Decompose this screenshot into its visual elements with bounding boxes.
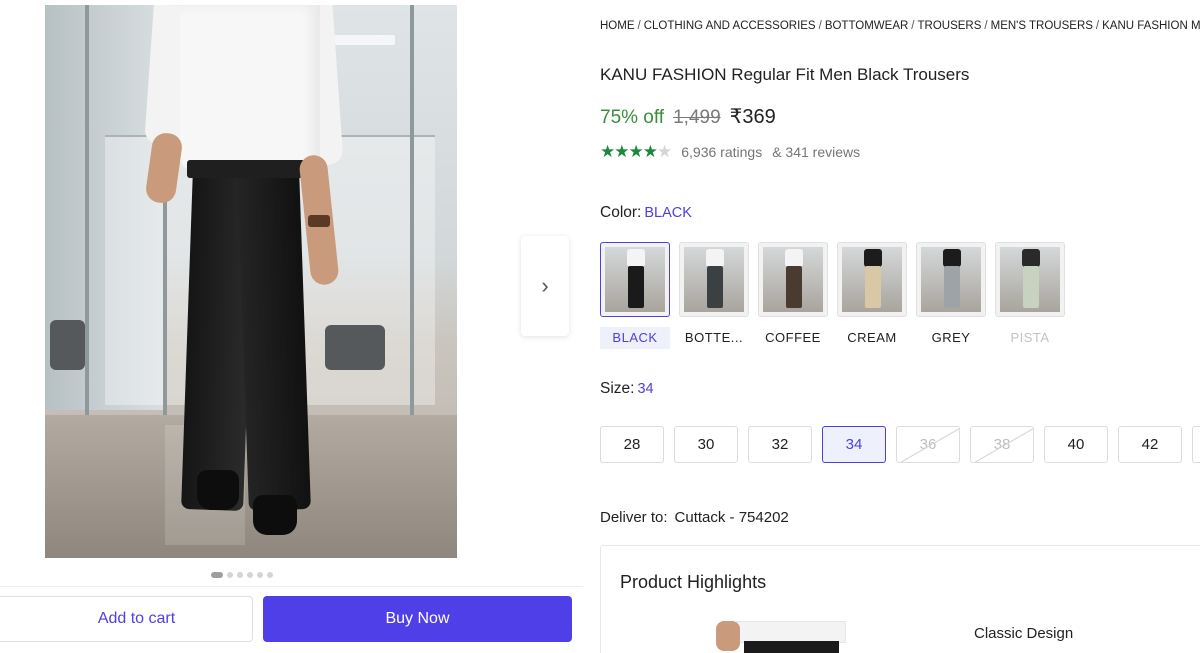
size-option[interactable]: 28 [600, 426, 664, 463]
color-swatch-label: CREAM [847, 330, 897, 345]
star-icon: ★ [600, 142, 615, 161]
highlight-image [716, 621, 869, 653]
size-options: 28 30 32 34 36 38 40 42 [600, 426, 1200, 463]
color-heading: Color: BLACK [600, 204, 692, 222]
color-swatch-image [916, 242, 986, 317]
color-swatch-label: COFFEE [765, 330, 821, 345]
color-options: BLACK BOTTE... COFFEE CREAM GREY PISTA [600, 242, 1065, 349]
color-swatch-image [995, 242, 1065, 317]
gallery-dot[interactable] [227, 572, 233, 578]
star-icon: ★ [657, 142, 672, 161]
gallery-dot[interactable] [247, 572, 253, 578]
breadcrumb-link[interactable]: TROUSERS [918, 20, 982, 32]
color-swatch[interactable]: BOTTE... [679, 242, 749, 349]
color-swatch[interactable]: BLACK [600, 242, 670, 349]
breadcrumb-link[interactable]: KANU FASHION ME [1102, 20, 1200, 32]
color-swatch-image [837, 242, 907, 317]
size-heading: Size: 34 [600, 380, 654, 398]
reviews-count: & 341 reviews [772, 144, 861, 160]
color-swatch[interactable]: PISTA [995, 242, 1065, 349]
gallery-pagination-dots[interactable] [211, 571, 273, 579]
breadcrumb: HOME / CLOTHING AND ACCESSORIES / BOTTOMWEAR… [600, 20, 1200, 32]
gallery-dot[interactable] [257, 572, 263, 578]
breadcrumb-separator: / [984, 20, 988, 32]
breadcrumb-link[interactable]: BOTTOMWEAR [825, 20, 908, 32]
star-icon: ★ [614, 142, 629, 161]
star-icon: ★ [628, 142, 644, 161]
color-swatch[interactable]: COFFEE [758, 242, 828, 349]
color-swatch-image [600, 242, 670, 317]
deliver-label: Deliver to: [600, 509, 668, 526]
color-swatch-image [679, 242, 749, 317]
color-swatch-label: BLACK [600, 327, 670, 349]
color-swatch[interactable]: GREY [916, 242, 986, 349]
star-rating: ★ ★ ★ ★ ★ [600, 142, 672, 162]
color-swatch-label: PISTA [1010, 330, 1050, 345]
rating-summary[interactable]: ★ ★ ★ ★ ★ 6,936 ratings & 341 reviews [600, 142, 860, 162]
star-icon: ★ [642, 142, 658, 161]
discount-percent: 75% off [600, 107, 665, 128]
gallery-dot[interactable] [267, 572, 273, 578]
color-swatch-label: BOTTE... [684, 330, 744, 345]
gallery-dot[interactable] [211, 572, 223, 578]
size-option[interactable]: 42 [1118, 426, 1182, 463]
size-option-overflow[interactable] [1192, 426, 1200, 463]
size-option: 36 [896, 426, 960, 463]
breadcrumb-separator: / [818, 20, 822, 32]
size-label: Size: [600, 380, 635, 397]
selling-price: ₹369 [729, 106, 776, 128]
product-highlights-card: Product Highlights Classic Design [600, 545, 1200, 653]
buy-now-button[interactable]: Buy Now [263, 596, 572, 642]
add-to-cart-button[interactable]: Add to cart [0, 596, 253, 642]
size-option: 38 [970, 426, 1034, 463]
ratings-count: 6,936 ratings [681, 144, 763, 160]
color-swatch-label: GREY [931, 330, 971, 345]
breadcrumb-separator: / [911, 20, 915, 32]
size-option[interactable]: 40 [1044, 426, 1108, 463]
color-label: Color: [600, 204, 642, 221]
gallery-dot[interactable] [237, 572, 243, 578]
size-option[interactable]: 30 [674, 426, 738, 463]
breadcrumb-separator: / [1095, 20, 1100, 32]
highlight-feature: Classic Design [974, 625, 1074, 642]
price-row: 75% off 1,499 ₹369 [600, 104, 776, 129]
delivery-pincode[interactable]: Cuttack - 754202 [675, 509, 789, 526]
size-option[interactable]: 32 [748, 426, 812, 463]
original-price: 1,499 [673, 107, 721, 128]
selected-size: 34 [637, 381, 654, 397]
breadcrumb-separator: / [637, 20, 641, 32]
breadcrumb-link[interactable]: CLOTHING AND ACCESSORIES [644, 20, 816, 32]
color-swatch[interactable]: CREAM [837, 242, 907, 349]
chevron-right-icon: › [541, 273, 549, 298]
gallery-next-button[interactable]: › [521, 236, 569, 336]
size-option[interactable]: 34 [822, 426, 886, 463]
product-title: KANU FASHION Regular Fit Men Black Trous… [600, 65, 970, 84]
selected-color: BLACK [644, 205, 692, 221]
color-swatch-image [758, 242, 828, 317]
breadcrumb-link[interactable]: HOME [600, 20, 635, 32]
delivery-location[interactable]: Deliver to: Cuttack - 754202 [600, 509, 789, 526]
breadcrumb-link[interactable]: MEN'S TROUSERS [991, 20, 1093, 32]
product-main-image[interactable] [45, 5, 457, 558]
highlights-title: Product Highlights [620, 572, 767, 592]
